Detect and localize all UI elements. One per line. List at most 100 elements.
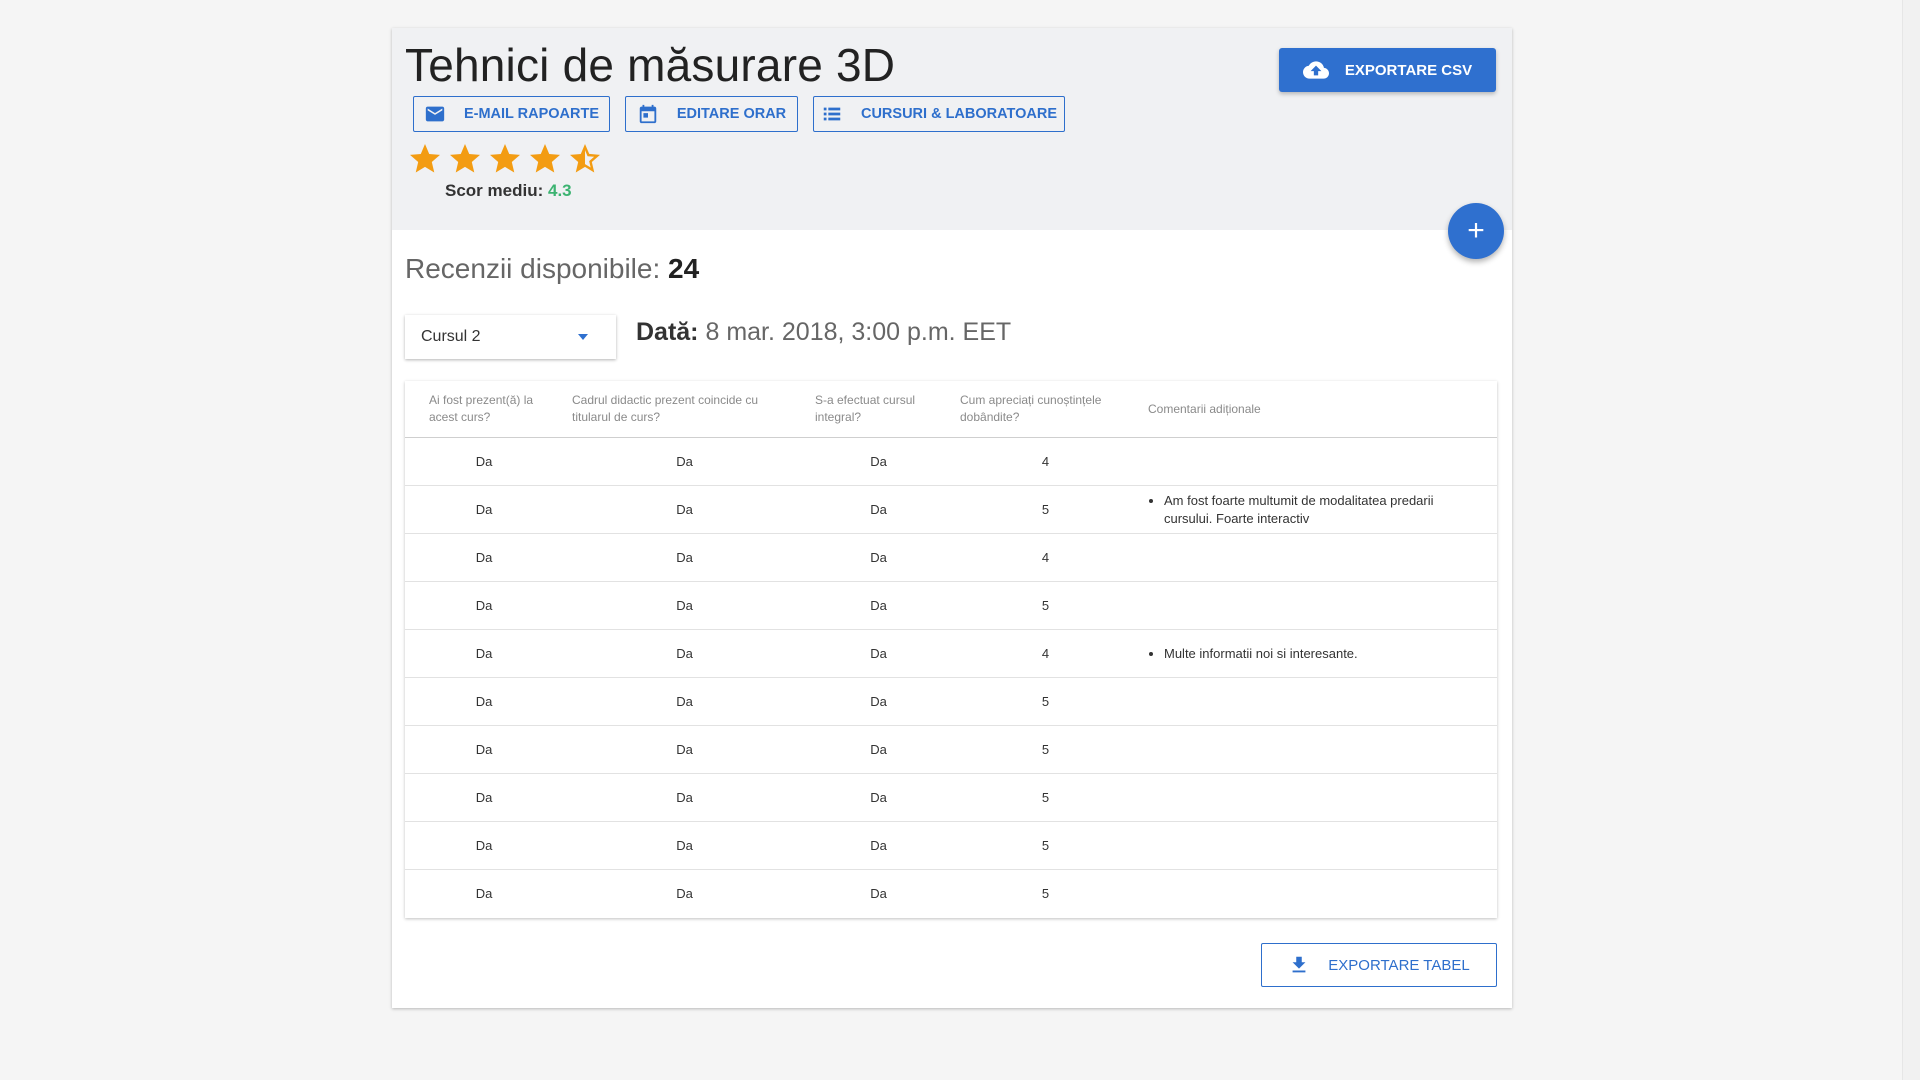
- table-cell-integral: Da: [870, 886, 887, 901]
- table-row: Da Da Da 5: [405, 581, 1497, 630]
- average-score-value: 4.3: [547, 181, 572, 200]
- table-cell-integral: Da: [806, 533, 951, 582]
- table-cell-teacher: Da: [563, 725, 806, 774]
- column-header[interactable]: Ai fost prezent(ă) la acest curs?: [405, 381, 563, 438]
- reviews-count: Recenzii disponibile: 24: [405, 253, 699, 285]
- table-cell-score: 5: [1041, 886, 1050, 901]
- table-row: Da Da Da 5: [405, 773, 1497, 822]
- table-cell-integral: Da: [806, 677, 951, 726]
- column-header[interactable]: Cum apreciați cunoștințele dobândite?: [951, 381, 1140, 438]
- table-cell-present: Da: [405, 533, 563, 582]
- table-cell-teacher: Da: [563, 533, 806, 582]
- table-cell-score: 4: [951, 533, 1140, 582]
- page-scrollbar[interactable]: [1902, 0, 1920, 1080]
- export-csv-label: Exportare CSV: [1344, 61, 1473, 79]
- table-cell-integral: Da: [806, 629, 951, 678]
- table-cell-comment: Multe informatii noi si interesante.: [1140, 629, 1497, 678]
- list-icon: [823, 107, 841, 121]
- table-cell-teacher: Da: [563, 581, 806, 630]
- table-cell-teacher: Da: [563, 485, 806, 534]
- export-csv-button[interactable]: Exportare CSV: [1279, 48, 1496, 92]
- table-cell-comment: [1140, 821, 1497, 870]
- table-cell-comment: [1140, 533, 1497, 582]
- table-cell-integral: Da: [806, 485, 951, 534]
- table-row: Da Da Da 5: [405, 677, 1497, 726]
- table-cell-comment: Am fost foarte multumit de modalitatea p…: [1140, 485, 1497, 534]
- table-cell-present: Da: [405, 437, 563, 486]
- column-header[interactable]: Comentarii adiționale: [1140, 381, 1497, 438]
- average-score-label: Scor mediu:: [445, 181, 544, 200]
- session-date-value: 8 mar. 2018, 3:00 p.m. EET: [705, 318, 1012, 346]
- session-date-label: Dată:: [636, 318, 699, 346]
- table-cell-comment: [1140, 677, 1497, 726]
- add-review-button[interactable]: +: [1448, 203, 1504, 259]
- card-header: Tehnici de măsurare 3D E-mail rapoarte E…: [392, 28, 1512, 230]
- table-row: Da Da Da 4: [405, 533, 1497, 582]
- edit-schedule-button[interactable]: Editare orar: [625, 96, 798, 132]
- edit-schedule-label: Editare orar: [676, 106, 787, 122]
- table-cell-teacher: Da: [563, 677, 806, 726]
- table-cell-integral: Da: [806, 581, 951, 630]
- table-row: Da Da Da 4: [405, 437, 1497, 486]
- column-header[interactable]: Cadrul didactic prezent coincide cu titu…: [563, 381, 806, 438]
- table-cell-comment: [1140, 773, 1497, 822]
- cloud-upload-icon: [1302, 61, 1329, 79]
- table-cell-integral: Da: [806, 773, 951, 822]
- export-table-button[interactable]: Exportare tabel: [1261, 943, 1497, 987]
- table-cell-teacher: Da: [563, 773, 806, 822]
- table-cell-present: Da: [405, 629, 563, 678]
- reviews-table: Ai fost prezent(ă) la acest curs? Cadrul…: [405, 381, 1497, 917]
- calendar-icon: [639, 104, 657, 124]
- column-header[interactable]: S-a efectuat cursul integral?: [806, 381, 951, 438]
- star-full-icon: [450, 144, 480, 173]
- comment-list: Am fost foarte multumit de modalitatea p…: [1140, 492, 1497, 528]
- course-card: Tehnici de măsurare 3D E-mail rapoarte E…: [392, 28, 1512, 1008]
- export-table-label: Exportare tabel: [1328, 956, 1470, 974]
- table-row: DaDaDa4Multe informatii noi si interesan…: [405, 629, 1497, 678]
- star-full-icon: [530, 144, 560, 173]
- comment-list: Multe informatii noi si interesante.: [1140, 645, 1497, 663]
- chevron-down-icon: [578, 334, 588, 340]
- table-cell-comment: [1140, 870, 1497, 918]
- star-half-icon: [570, 144, 600, 173]
- table-header-row: Ai fost prezent(ă) la acest curs? Cadrul…: [405, 381, 1497, 438]
- table-cell-score: 5: [951, 821, 1140, 870]
- comment-item: Multe informatii noi si interesante.: [1164, 645, 1477, 663]
- star-full-icon: [490, 144, 520, 173]
- table-cell-teacher: Da: [563, 821, 806, 870]
- reviews-count-label: Recenzii disponibile:: [405, 253, 661, 284]
- table-cell-score: 5: [951, 725, 1140, 774]
- rating-stars: [407, 141, 603, 177]
- table-cell-present: Da: [405, 725, 563, 774]
- table-cell-present: Da: [405, 581, 563, 630]
- table-row: Da Da Da 5: [405, 725, 1497, 774]
- courses-labs-label: Cursuri & laboratoare: [860, 106, 1058, 122]
- table-cell-score: 5: [951, 677, 1140, 726]
- table-cell-present: Da: [405, 485, 563, 534]
- table-cell-present: Da: [405, 773, 563, 822]
- table-cell-comment: [1140, 437, 1497, 486]
- reviews-table-container: Ai fost prezent(ă) la acest curs? Cadrul…: [405, 381, 1497, 918]
- table-cell-teacher: Da: [563, 629, 806, 678]
- courses-labs-button[interactable]: Cursuri & laboratoare: [813, 96, 1065, 132]
- table-cell-present: Da: [405, 677, 563, 726]
- session-date: Dată: 8 mar. 2018, 3:00 p.m. EET: [636, 318, 1011, 347]
- course-select[interactable]: Cursul 2: [405, 315, 616, 359]
- email-reports-button[interactable]: E-mail rapoarte: [413, 96, 610, 132]
- table-cell-integral: Da: [806, 437, 951, 486]
- comment-item: Am fost foarte multumit de modalitatea p…: [1164, 492, 1477, 528]
- table-body: DaDaDa4DaDaDa5Am fost foarte multumit de…: [405, 437, 1497, 918]
- reviews-count-value: 24: [668, 253, 700, 284]
- table-cell-score: 4: [951, 437, 1140, 486]
- page-title: Tehnici de măsurare 3D: [405, 39, 896, 91]
- course-select-value: Cursul 2: [421, 328, 481, 345]
- table-cell-present: Da: [405, 821, 563, 870]
- email-icon: [425, 106, 445, 122]
- table-cell-score: 5: [951, 485, 1140, 534]
- table-cell-integral: Da: [806, 725, 951, 774]
- table-row: Da Da Da 5: [405, 870, 1497, 918]
- table-cell-integral: Da: [806, 821, 951, 870]
- table-row: DaDaDa5Am fost foarte multumit de modali…: [405, 485, 1497, 534]
- table-cell-score: 5: [951, 773, 1140, 822]
- email-reports-label: E-mail rapoarte: [463, 106, 600, 122]
